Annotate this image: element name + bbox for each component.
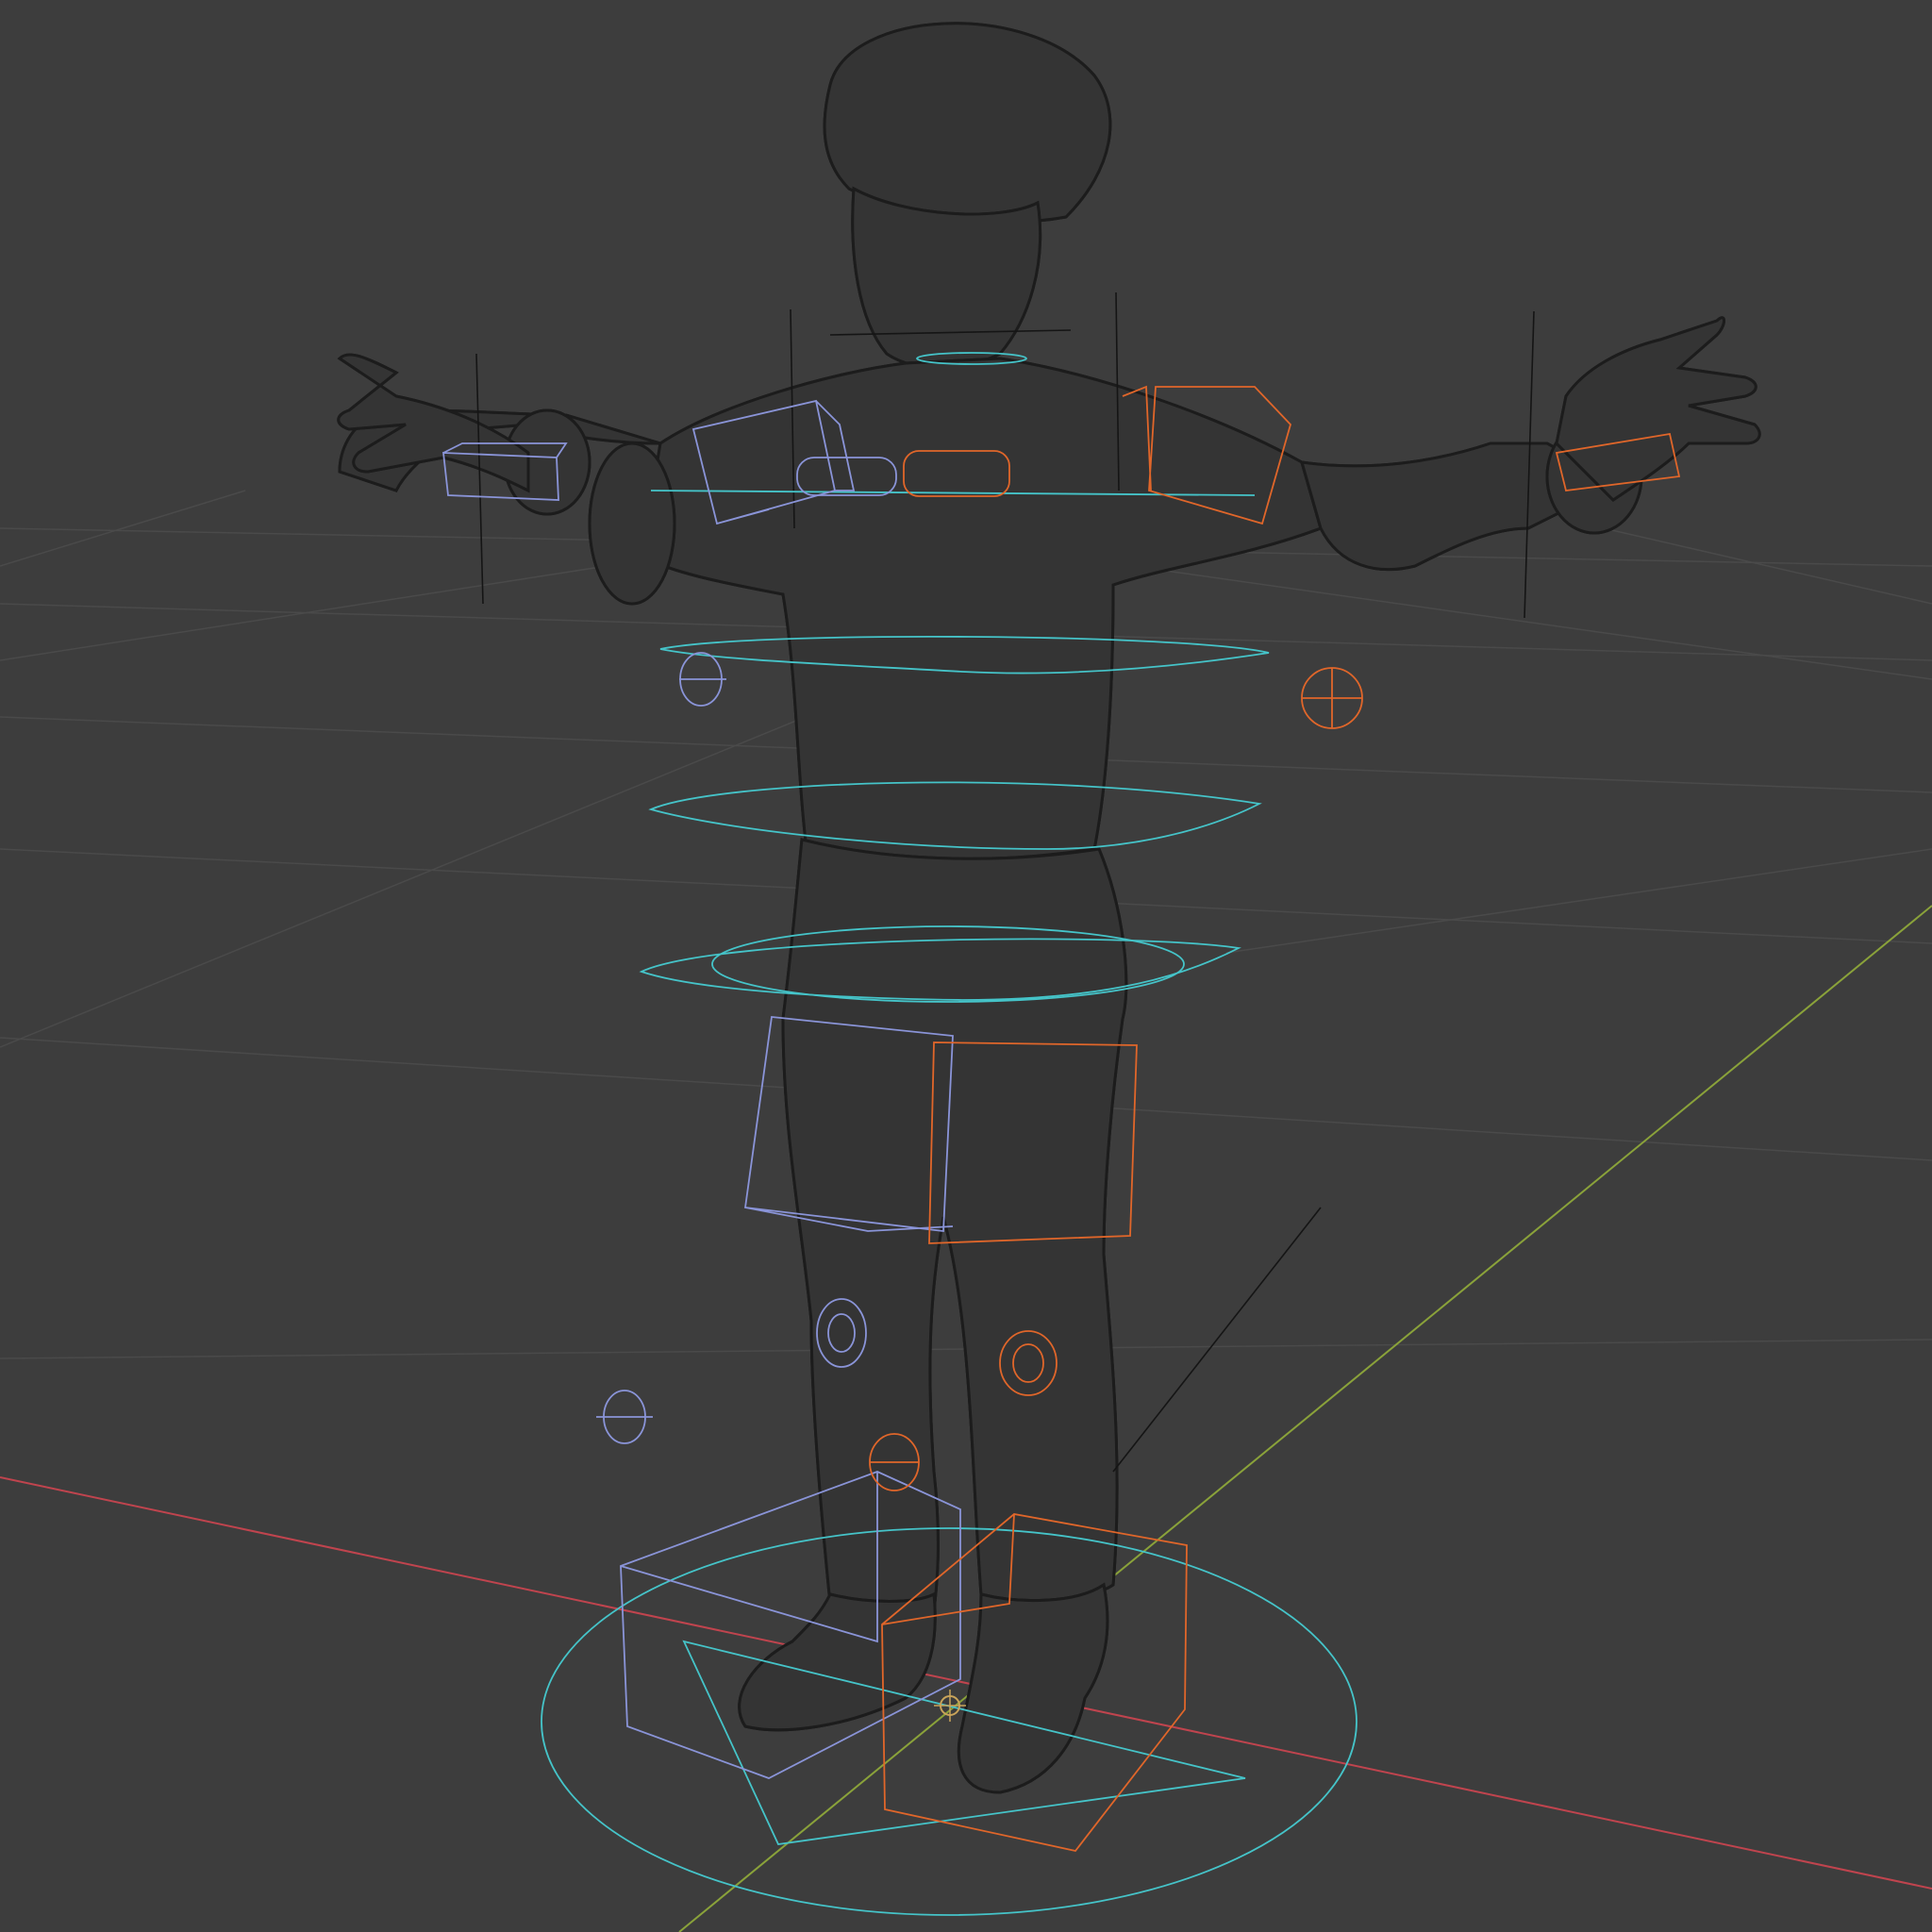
3d-viewport[interactable]: [0, 0, 1932, 1932]
viewport-canvas[interactable]: [0, 0, 1932, 1932]
root-circle[interactable]: [541, 1527, 1357, 1916]
character-mesh[interactable]: [337, 22, 1761, 1794]
3d-cursor-icon[interactable]: [934, 1690, 966, 1722]
